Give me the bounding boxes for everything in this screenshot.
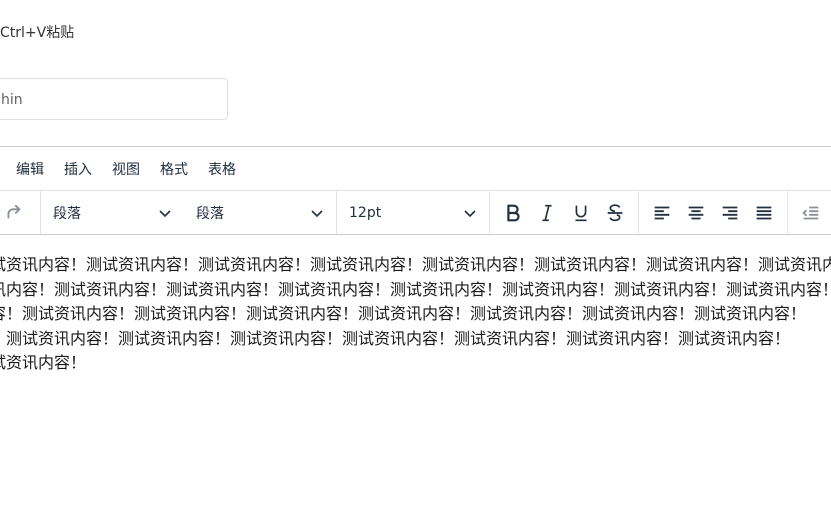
editor-menubar: 编辑 插入 视图 格式 表格 (0, 147, 831, 190)
align-justify-button[interactable] (747, 196, 781, 230)
font-size-value: 12pt (349, 204, 382, 221)
italic-button[interactable] (530, 196, 564, 230)
redo-button[interactable] (0, 196, 30, 230)
rich-text-editor: 编辑 插入 视图 格式 表格 段落 段落 12pt 试资讯内容！测试资讯内容！测… (0, 146, 831, 527)
chevron-down-icon (159, 209, 171, 217)
outdent-icon (802, 206, 819, 219)
menu-table[interactable]: 表格 (208, 159, 236, 179)
content-line: 讯内容！测试资讯内容！测试资讯内容！测试资讯内容！测试资讯内容！测试资讯内容！测… (0, 279, 831, 299)
font-family-value: 段落 (196, 205, 224, 222)
underline-icon (575, 205, 587, 221)
align-left-icon (654, 206, 670, 219)
outdent-button[interactable] (794, 196, 828, 230)
strikethrough-button[interactable] (598, 196, 632, 230)
align-center-icon (688, 206, 704, 219)
menu-edit[interactable]: 编辑 (16, 159, 44, 179)
content-line: 试资讯内容！测试资讯内容！测试资讯内容！测试资讯内容！测试资讯内容！测试资讯内容… (0, 255, 831, 274)
redo-icon (7, 204, 21, 218)
bold-button[interactable] (496, 196, 530, 230)
menu-format[interactable]: 格式 (160, 159, 188, 179)
chevron-down-icon (464, 209, 476, 217)
align-right-icon (722, 206, 738, 219)
font-family-select[interactable]: 段落 (184, 196, 336, 230)
editor-content[interactable]: 试资讯内容！测试资讯内容！测试资讯内容！测试资讯内容！测试资讯内容！测试资讯内容… (0, 235, 831, 376)
content-line: 试资讯内容！ (0, 353, 87, 372)
chevron-down-icon (311, 209, 323, 217)
font-size-select[interactable]: 12pt (337, 196, 489, 230)
bold-icon (507, 204, 520, 221)
menu-view[interactable]: 视图 (112, 159, 140, 179)
menu-insert[interactable]: 插入 (64, 159, 92, 179)
align-center-button[interactable] (679, 196, 713, 230)
strikethrough-icon (607, 203, 623, 221)
paste-hint: Ctrl+V粘贴 (0, 25, 75, 41)
italic-icon (542, 204, 552, 221)
author-input[interactable]: hin (0, 78, 228, 120)
block-format-select[interactable]: 段落 (41, 196, 184, 230)
underline-button[interactable] (564, 196, 598, 230)
align-justify-icon (756, 206, 772, 219)
align-right-button[interactable] (713, 196, 747, 230)
block-format-value: 段落 (53, 205, 81, 222)
editor-toolbar: 段落 段落 12pt (0, 190, 831, 235)
content-line: 容！测试资讯内容！测试资讯内容！测试资讯内容！测试资讯内容！测试资讯内容！测试资… (0, 304, 807, 323)
content-line: ！测试资讯内容！测试资讯内容！测试资讯内容！测试资讯内容！测试资讯内容！测试资讯… (0, 328, 791, 348)
align-left-button[interactable] (645, 196, 679, 230)
